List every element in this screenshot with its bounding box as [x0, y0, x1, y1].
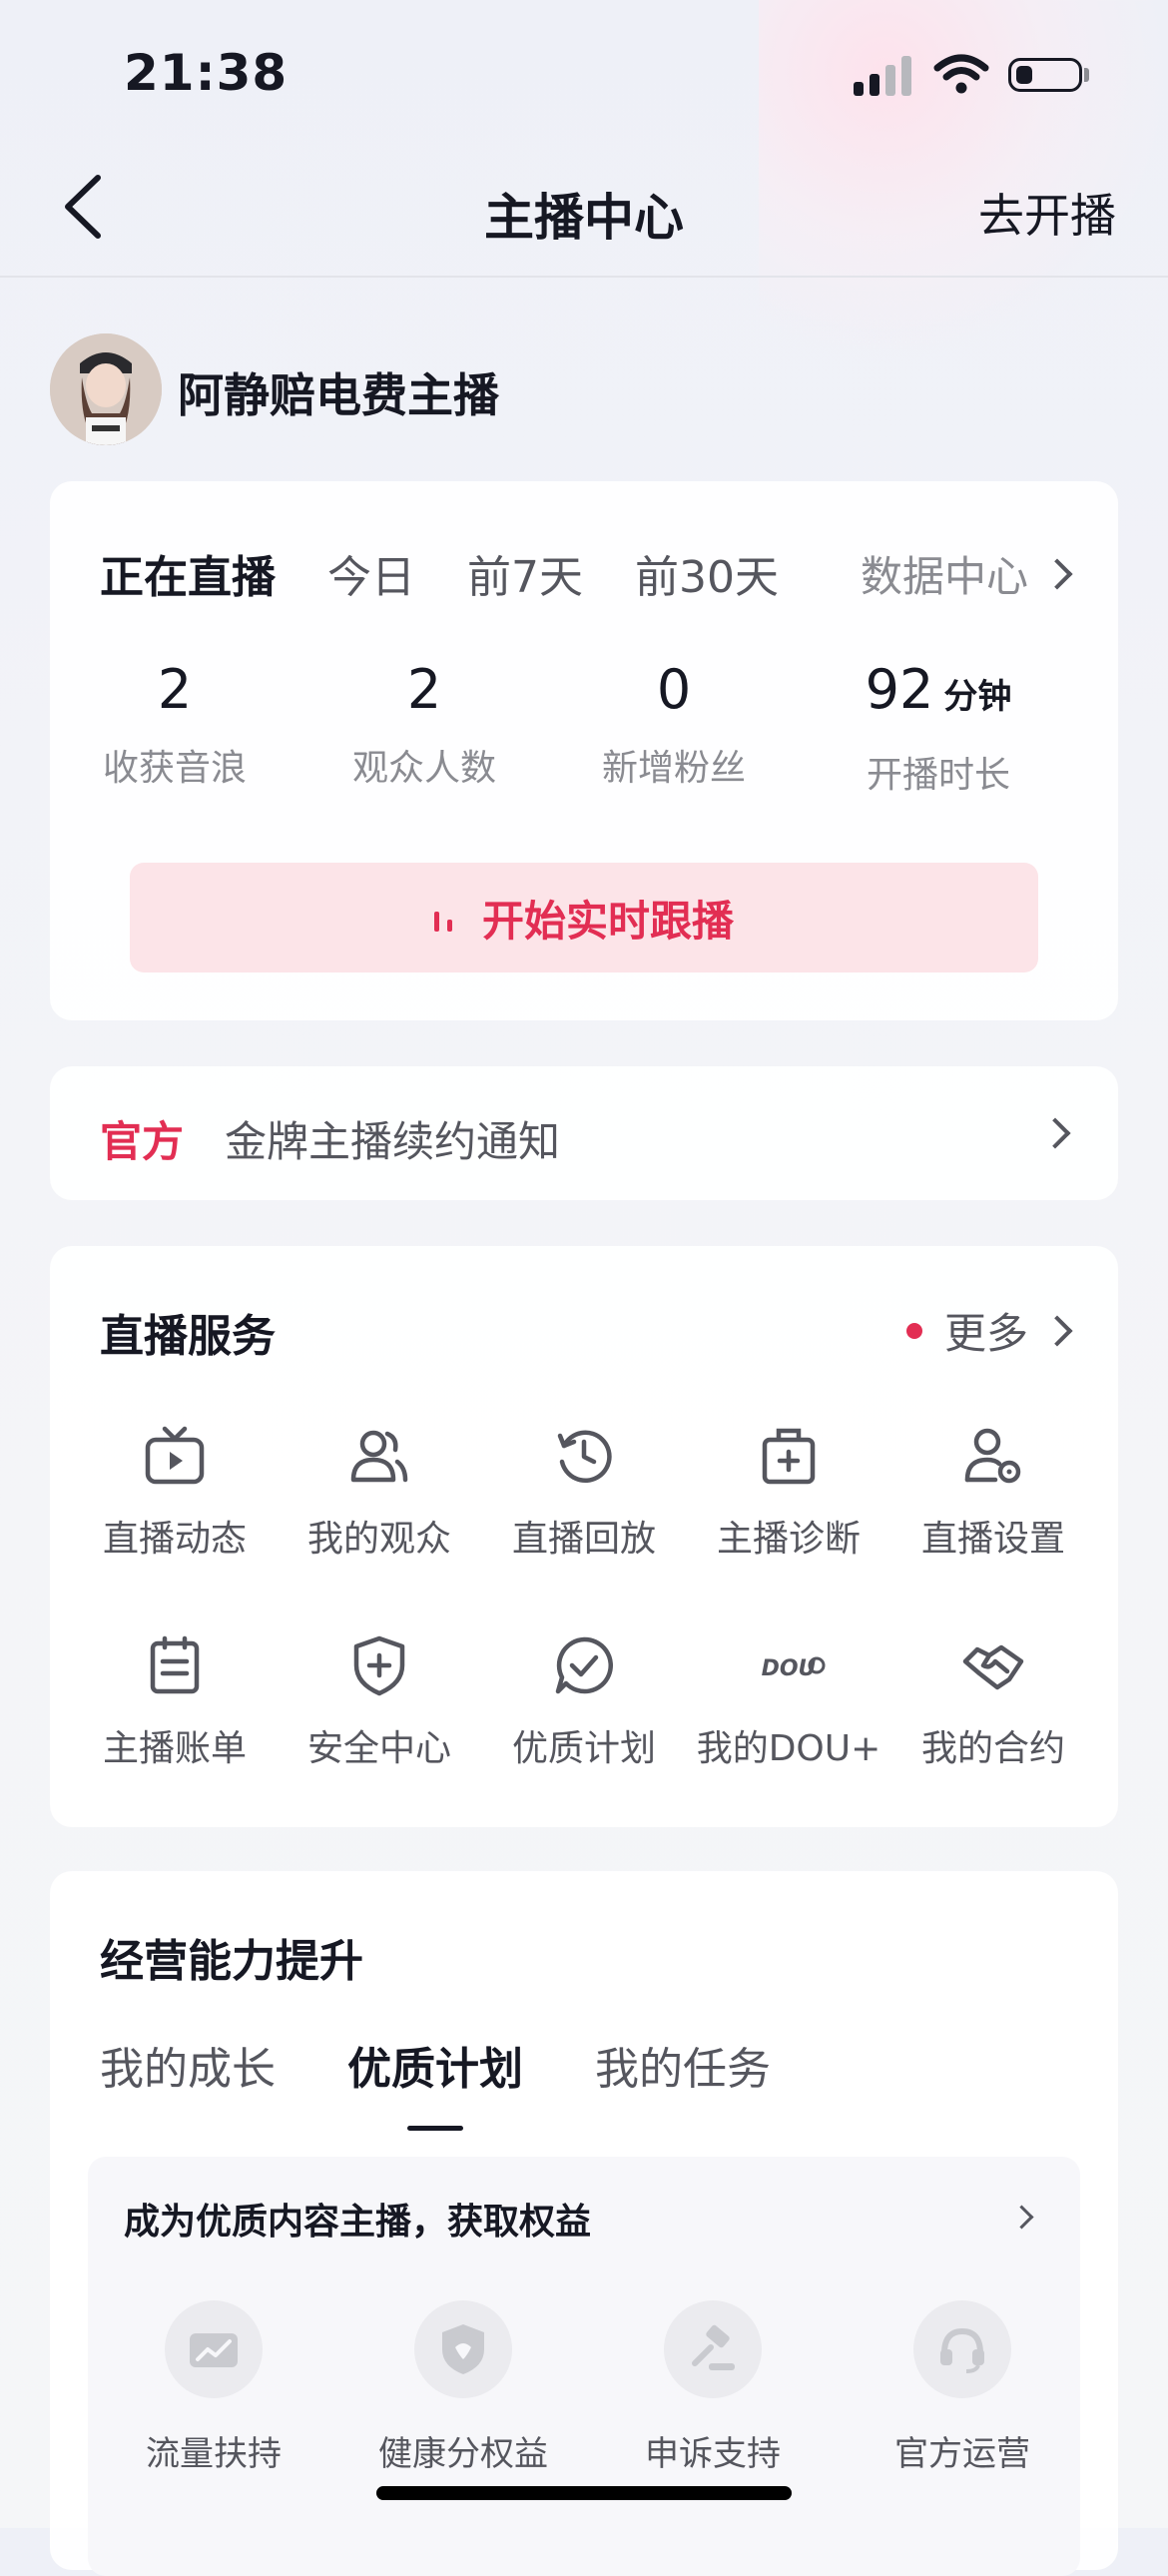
more-label: 更多: [943, 1309, 1028, 1358]
tab-7-days[interactable]: 前7天: [467, 541, 583, 605]
handshake-icon: [962, 1644, 1024, 1690]
business-growth-card: 经营能力提升 我的成长 优质计划 我的任务 成为优质内容主播，获取权益 流量扶持…: [50, 1871, 1118, 2576]
go-live-button[interactable]: 去开播: [978, 180, 1116, 246]
audience-icon: [350, 1430, 408, 1483]
quality-anchor-title: 成为优质内容主播，获取权益: [124, 2202, 592, 2243]
headset-icon: [913, 2300, 1011, 2398]
shield-icon: [414, 2300, 512, 2398]
service-quality-plan[interactable]: 优质计划: [477, 1633, 691, 1771]
dou-plus-icon: DOU: [762, 1656, 826, 1681]
chevron-right-icon: [1041, 1314, 1073, 1347]
service-anchor-bill[interactable]: 主播账单: [68, 1633, 282, 1771]
service-label: 安全中心: [306, 1728, 451, 1769]
shield-plus-icon: [353, 1635, 405, 1696]
user-settings-icon: [964, 1428, 1021, 1484]
benefit-label: 流量扶持: [146, 2434, 282, 2474]
quality-anchor-card[interactable]: 成为优质内容主播，获取权益 流量扶持 健康分权益 申诉支持 官方运营: [88, 2157, 1080, 2576]
service-label: 主播账单: [102, 1728, 247, 1769]
benefit-label: 申诉支持: [645, 2434, 781, 2474]
service-label: 直播设置: [920, 1519, 1065, 1560]
tab-live-now[interactable]: 正在直播: [100, 541, 276, 605]
profile-name: 阿静赔电费主播: [178, 368, 499, 422]
stat-live-duration[interactable]: 92 分钟 开播时长: [809, 659, 1068, 798]
chevron-right-icon: [1009, 2205, 1034, 2230]
start-live-follow-label: 开始实时跟播: [481, 896, 734, 946]
stat-value: 2: [157, 658, 193, 721]
stat-new-fans[interactable]: 0 新增粉丝: [549, 659, 799, 791]
traffic-chart-icon: [165, 2300, 263, 2398]
tab-my-growth[interactable]: 我的成长: [100, 2033, 276, 2097]
service-label: 主播诊断: [716, 1519, 861, 1560]
replay-icon: [557, 1430, 612, 1484]
gavel-icon: [664, 2300, 762, 2398]
live-bars-icon: [433, 904, 460, 932]
battery-tip: [1084, 68, 1089, 82]
benefit-health-score[interactable]: 健康分权益: [363, 2300, 563, 2475]
service-label: 我的观众: [306, 1519, 451, 1560]
services-more-link[interactable]: 更多: [905, 1300, 1073, 1361]
growth-title: 经营能力提升: [100, 1936, 363, 1987]
tab-30-days[interactable]: 前30天: [635, 541, 779, 605]
service-label: 优质计划: [511, 1728, 656, 1769]
live-stats-card: 正在直播 今日 前7天 前30天 数据中心 2 收获音浪 2 观众人数 0 新增…: [50, 481, 1118, 1020]
service-my-dou-plus[interactable]: DOU 我的DOU+: [682, 1633, 895, 1771]
stat-value: 92: [865, 658, 934, 721]
stat-viewers[interactable]: 2 观众人数: [299, 659, 549, 791]
svg-text:DOU: DOU: [762, 1656, 817, 1681]
service-label: 我的合约: [920, 1728, 1065, 1769]
tv-icon: [145, 1426, 205, 1485]
stat-label: 开播时长: [866, 755, 1010, 796]
data-center-link[interactable]: 数据中心: [860, 543, 1073, 604]
service-my-contract[interactable]: 我的合约: [886, 1633, 1100, 1771]
status-time: 21:38: [124, 44, 289, 102]
medical-kit-icon: [762, 1428, 816, 1485]
wifi-icon: [933, 54, 989, 94]
service-live-replay[interactable]: 直播回放: [477, 1424, 691, 1562]
start-live-follow-button[interactable]: 开始实时跟播: [130, 863, 1038, 972]
official-notice-card[interactable]: 官方 金牌主播续约通知: [50, 1066, 1118, 1200]
service-security-center[interactable]: 安全中心: [273, 1633, 486, 1771]
service-label: 直播动态: [102, 1519, 247, 1560]
tab-today[interactable]: 今日: [327, 541, 415, 605]
tab-my-tasks[interactable]: 我的任务: [595, 2033, 771, 2097]
check-bubble-icon: [555, 1636, 613, 1694]
stat-value: 0: [656, 658, 692, 721]
official-tag: 官方: [100, 1117, 185, 1166]
notice-text: 金牌主播续约通知: [225, 1117, 561, 1166]
stat-value: 2: [406, 658, 442, 721]
bill-icon: [150, 1635, 200, 1694]
red-dot-badge: [905, 1322, 922, 1339]
service-my-audience[interactable]: 我的观众: [273, 1424, 486, 1562]
service-label: 直播回放: [511, 1519, 656, 1560]
chevron-right-icon: [1041, 557, 1073, 590]
cellular-signal-icon: [854, 54, 915, 96]
service-anchor-diagnosis[interactable]: 主播诊断: [682, 1424, 895, 1562]
stat-unit: 分钟: [943, 677, 1012, 717]
avatar[interactable]: [50, 333, 162, 445]
live-services-card: 直播服务 更多 直播动态 我的观众 直播回放 主播诊断 直播设置 主播账单 安全…: [50, 1246, 1118, 1827]
chevron-right-icon: [1039, 1117, 1071, 1149]
benefit-official-operation[interactable]: 官方运营: [863, 2300, 1062, 2475]
benefit-label: 官方运营: [894, 2434, 1030, 2474]
growth-tabs: 我的成长 优质计划 我的任务: [100, 2033, 843, 2131]
benefit-label: 健康分权益: [378, 2434, 548, 2474]
nav-divider: [0, 276, 1168, 278]
tab-quality-plan[interactable]: 优质计划: [347, 2033, 523, 2131]
stat-label: 新增粉丝: [601, 748, 746, 789]
data-center-label: 数据中心: [860, 552, 1028, 601]
stats-tabs: 正在直播 今日 前7天 前30天: [100, 541, 831, 605]
service-label: 我的DOU+: [696, 1728, 881, 1769]
stat-label: 观众人数: [351, 748, 496, 789]
stat-sound-waves[interactable]: 2 收获音浪: [50, 659, 299, 791]
stats-row: 2 收获音浪 2 观众人数 0 新增粉丝 92 分钟 开播时长: [50, 659, 1118, 809]
benefit-appeal-support[interactable]: 申诉支持: [613, 2300, 813, 2475]
services-title: 直播服务: [100, 1311, 276, 1362]
battery-icon: [1008, 58, 1082, 92]
service-live-dynamics[interactable]: 直播动态: [68, 1424, 282, 1562]
home-indicator[interactable]: [376, 2486, 792, 2500]
benefit-traffic-support[interactable]: 流量扶持: [114, 2300, 313, 2475]
service-live-settings[interactable]: 直播设置: [886, 1424, 1100, 1562]
stat-label: 收获音浪: [102, 748, 247, 789]
